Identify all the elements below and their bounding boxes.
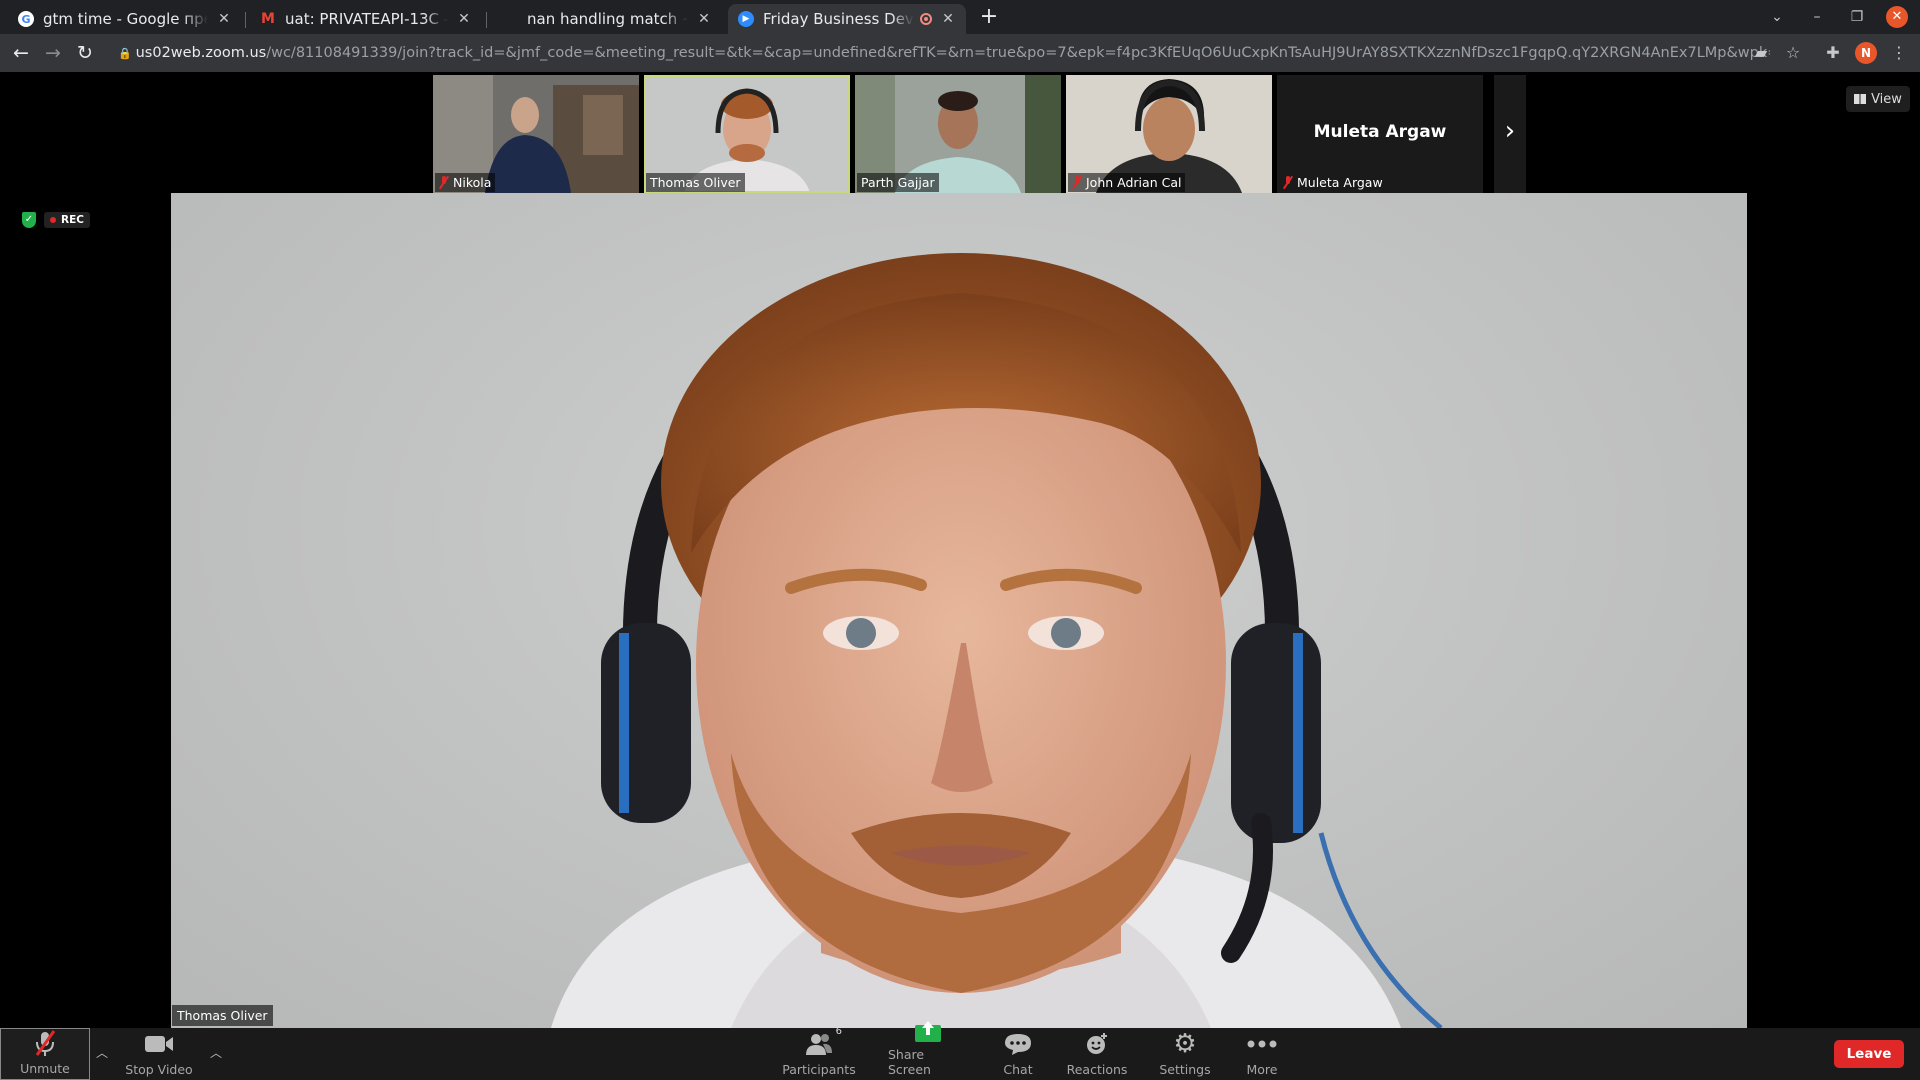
participant-name: John Adrian Cal bbox=[1086, 175, 1182, 190]
mic-muted-icon bbox=[1283, 176, 1293, 189]
tab-uat-privateapi[interactable]: M uat: PRIVATEAPI-13C - Typ ✕ bbox=[250, 4, 482, 34]
settings-button[interactable]: ⚙ Settings bbox=[1159, 1028, 1211, 1080]
close-icon[interactable]: ✕ bbox=[940, 11, 956, 27]
speaker-name-label: Thomas Oliver bbox=[172, 1005, 273, 1026]
tab-title: Friday Business Devel bbox=[763, 10, 914, 28]
tab-divider bbox=[245, 12, 246, 28]
extensions-icon[interactable]: ✚ bbox=[1822, 42, 1844, 64]
participant-tile-muleta-argaw[interactable]: Muleta Argaw Muleta Argaw bbox=[1277, 75, 1483, 193]
browser-tab-strip: G gtm time - Google претра ✕ M uat: PRIV… bbox=[0, 0, 1920, 34]
address-bar[interactable]: 🔒 us02web.zoom.us /wc/81108491339/join?t… bbox=[110, 38, 1770, 68]
zoom-meeting: Nikola Thomas Oliver Parth Gajjar John A… bbox=[0, 72, 1920, 1080]
view-label: View bbox=[1871, 91, 1902, 107]
gear-icon: ⚙ bbox=[1173, 1029, 1197, 1059]
camera-blocked-icon[interactable]: ▰ bbox=[1750, 42, 1772, 64]
video-options-chevron-icon[interactable]: ︿ bbox=[208, 1044, 224, 1060]
reload-icon[interactable]: ↻ bbox=[72, 40, 98, 66]
menu-kebab-icon[interactable]: ⋮ bbox=[1888, 42, 1910, 64]
recording-dot-icon bbox=[50, 217, 56, 223]
share-screen-button[interactable]: Share Screen bbox=[888, 1021, 968, 1080]
participant-name-label: Thomas Oliver bbox=[646, 173, 745, 192]
recording-badge[interactable]: REC bbox=[44, 212, 90, 228]
encryption-shield-icon[interactable]: ✓ bbox=[22, 212, 36, 228]
tab-search-icon[interactable]: ⌄ bbox=[1766, 6, 1788, 28]
mic-muted-icon bbox=[1072, 176, 1082, 189]
gmail-icon: M bbox=[261, 11, 275, 27]
participant-tile-nikola[interactable]: Nikola bbox=[433, 75, 639, 193]
tab-title: gtm time - Google претра bbox=[43, 10, 208, 28]
more-label: More bbox=[1246, 1062, 1278, 1077]
mic-muted-icon bbox=[439, 176, 449, 189]
participant-name: Thomas Oliver bbox=[650, 175, 741, 190]
recording-icon bbox=[920, 13, 932, 25]
participants-label: Participants bbox=[782, 1062, 856, 1077]
participants-button[interactable]: 6 Participants bbox=[782, 1026, 856, 1080]
close-icon[interactable]: ✕ bbox=[696, 11, 712, 27]
chat-label: Chat bbox=[1003, 1062, 1033, 1077]
reactions-button[interactable]: Reactions bbox=[1066, 1028, 1128, 1080]
tab-divider bbox=[486, 12, 487, 28]
reactions-emoji-icon bbox=[1085, 1030, 1109, 1058]
share-screen-icon bbox=[914, 1019, 942, 1043]
unmute-button[interactable]: Unmute bbox=[0, 1028, 90, 1080]
close-icon[interactable]: ✕ bbox=[216, 11, 232, 27]
participant-tile-parth-gajjar[interactable]: Parth Gajjar bbox=[855, 75, 1061, 193]
stop-video-button[interactable]: Stop Video bbox=[124, 1028, 194, 1080]
settings-label: Settings bbox=[1159, 1062, 1211, 1077]
new-tab-button[interactable]: + bbox=[975, 4, 1003, 32]
grid-view-icon bbox=[1854, 94, 1867, 104]
zoom-icon: ▶ bbox=[738, 11, 754, 27]
forward-icon[interactable]: → bbox=[40, 40, 66, 66]
tab-friday-business[interactable]: ▶ Friday Business Devel ✕ bbox=[728, 4, 966, 34]
meeting-controls-bar: Unmute ︿ Stop Video ︿ 6 Participants Sha… bbox=[0, 1021, 1920, 1080]
profile-avatar[interactable]: N bbox=[1855, 42, 1877, 64]
chat-button[interactable]: Chat bbox=[1000, 1028, 1036, 1080]
tab-title: nan handling match + axis bbox=[527, 10, 688, 28]
meeting-status: ✓ REC bbox=[22, 212, 90, 228]
view-button[interactable]: View bbox=[1846, 86, 1910, 112]
share-screen-label: Share Screen bbox=[888, 1047, 931, 1077]
audio-options-chevron-icon[interactable]: ︿ bbox=[94, 1044, 110, 1060]
participant-tile-thomas-oliver[interactable]: Thomas Oliver bbox=[644, 75, 850, 193]
participant-name-label: John Adrian Cal bbox=[1068, 173, 1186, 192]
restore-icon[interactable]: ❐ bbox=[1846, 6, 1868, 28]
blank-page-icon bbox=[502, 11, 518, 27]
more-button[interactable]: More bbox=[1244, 1028, 1280, 1080]
browser-toolbar: ← → ↻ 🔒 us02web.zoom.us /wc/81108491339/… bbox=[0, 34, 1920, 72]
unmute-label: Unmute bbox=[20, 1061, 70, 1076]
lock-icon: 🔒 bbox=[118, 46, 132, 60]
participant-count-badge: 6 bbox=[835, 1026, 842, 1037]
back-icon[interactable]: ← bbox=[8, 40, 34, 66]
participants-icon: 6 bbox=[804, 1026, 842, 1058]
stop-video-label: Stop Video bbox=[125, 1062, 193, 1077]
next-page-chevron-icon[interactable]: › bbox=[1494, 75, 1526, 193]
tab-title: uat: PRIVATEAPI-13C - Typ bbox=[285, 10, 448, 28]
tab-nan-handling[interactable]: nan handling match + axis ✕ bbox=[492, 4, 722, 34]
google-icon: G bbox=[18, 11, 34, 27]
video-camera-icon bbox=[144, 1030, 174, 1058]
leave-button[interactable]: Leave bbox=[1834, 1040, 1904, 1068]
url-path: /wc/81108491339/join?track_id=&jmf_code=… bbox=[266, 45, 1770, 61]
participant-name: Nikola bbox=[453, 175, 492, 190]
participant-display-name: Muleta Argaw bbox=[1313, 122, 1447, 142]
participant-name-label: Parth Gajjar bbox=[857, 173, 939, 192]
mic-muted-icon bbox=[32, 1029, 58, 1057]
speaker-video-feed bbox=[551, 253, 1443, 1028]
chat-bubble-icon bbox=[1004, 1030, 1032, 1058]
participant-name-label: Nikola bbox=[435, 173, 496, 192]
participant-name: Muleta Argaw bbox=[1297, 175, 1383, 190]
tab-gtm-time[interactable]: G gtm time - Google претра ✕ bbox=[8, 4, 242, 34]
bookmark-star-icon[interactable]: ☆ bbox=[1782, 42, 1804, 64]
more-dots-icon bbox=[1247, 1030, 1277, 1058]
window-close-icon[interactable]: ✕ bbox=[1886, 6, 1908, 28]
minimize-icon[interactable]: – bbox=[1806, 6, 1828, 28]
participant-tile-john-adrian-cal[interactable]: John Adrian Cal bbox=[1066, 75, 1272, 193]
rec-label: REC bbox=[61, 214, 84, 226]
url-domain: us02web.zoom.us bbox=[135, 45, 267, 61]
close-icon[interactable]: ✕ bbox=[456, 11, 472, 27]
reactions-label: Reactions bbox=[1066, 1062, 1128, 1077]
participant-name-label: Muleta Argaw bbox=[1279, 173, 1387, 192]
main-speaker-video bbox=[171, 193, 1747, 1028]
participant-name: Parth Gajjar bbox=[861, 175, 935, 190]
